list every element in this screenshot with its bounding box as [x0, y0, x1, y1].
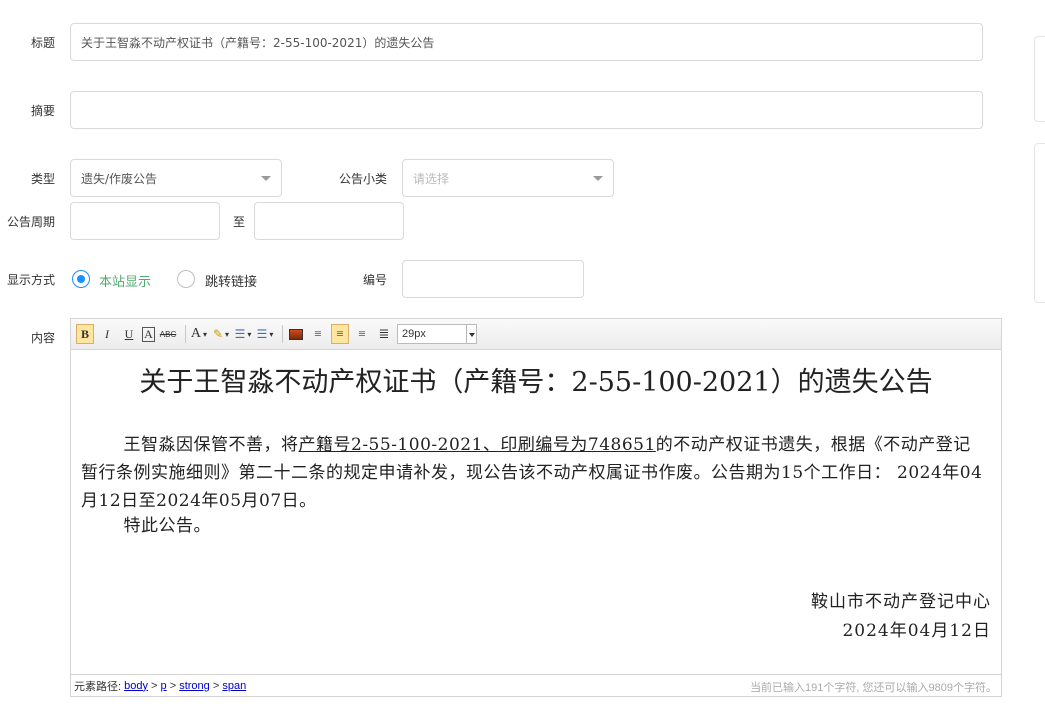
- title-input[interactable]: 关于王智淼不动产权证书（产籍号：2-55-100-2021）的遗失公告: [70, 23, 983, 61]
- subtype-select[interactable]: 请选择: [402, 159, 614, 197]
- subtype-label: 公告小类: [338, 172, 387, 186]
- image-icon: [289, 328, 303, 340]
- path-span-link[interactable]: span: [222, 680, 246, 692]
- display-link-label[interactable]: 跳转链接: [205, 271, 257, 290]
- element-path-label: 元素路径:: [74, 680, 122, 693]
- period-to-label: 至: [232, 215, 245, 229]
- side-panel-bottom: [1034, 143, 1045, 303]
- align-right-button[interactable]: ≡: [353, 324, 371, 344]
- document-title: 关于王智淼不动产权证书（产籍号：2-55-100-2021）的遗失公告: [139, 367, 933, 398]
- font-border-button[interactable]: A: [142, 326, 155, 342]
- chevron-down-icon: [593, 176, 603, 181]
- toolbar-divider: [185, 325, 186, 343]
- title-input-value: 关于王智淼不动产权证书（产籍号：2-55-100-2021）的遗失公告: [81, 35, 435, 50]
- body-text-start: 王智淼因保管不善，将: [123, 435, 299, 455]
- chevron-down-icon: ▾: [225, 329, 230, 339]
- number-label: 编号: [362, 273, 387, 287]
- chevron-down-icon: ▾: [247, 329, 252, 339]
- align-right-icon: ≡: [358, 326, 366, 341]
- chevron-down-icon: ▾: [203, 329, 208, 339]
- ordered-list-icon: ☰: [234, 326, 246, 341]
- period-label: 公告周期: [6, 215, 55, 229]
- subtype-placeholder: 请选择: [413, 171, 450, 186]
- unordered-list-button[interactable]: ☰ ▾: [256, 324, 274, 344]
- display-local-radio[interactable]: [72, 270, 90, 288]
- number-input[interactable]: [402, 260, 584, 298]
- body-text-underlined: 产籍号2-55-100-2021、印刷编号为748651: [298, 435, 656, 455]
- document-body: 王智淼因保管不善，将产籍号2-55-100-2021、印刷编号为748651的不…: [81, 431, 987, 515]
- align-center-button[interactable]: ≡: [331, 324, 349, 344]
- side-panel-top: [1034, 36, 1045, 122]
- italic-button[interactable]: I: [98, 324, 116, 344]
- font-color-glyph: A: [190, 326, 202, 341]
- path-p-link[interactable]: p: [161, 680, 167, 692]
- type-label: 类型: [30, 172, 55, 186]
- type-select[interactable]: 遗失/作废公告: [70, 159, 282, 197]
- font-size-select[interactable]: 29px: [397, 324, 467, 344]
- underline-button[interactable]: U: [120, 324, 138, 344]
- strikethrough-button[interactable]: ABC: [159, 324, 177, 344]
- chevron-down-icon[interactable]: [467, 324, 477, 344]
- display-local-label[interactable]: 本站显示: [99, 271, 151, 290]
- summary-label: 摘要: [30, 104, 55, 118]
- path-body-link[interactable]: body: [124, 680, 148, 692]
- title-label: 标题: [30, 36, 55, 50]
- toolbar-divider: [282, 325, 283, 343]
- period-start-input[interactable]: [70, 202, 220, 240]
- highlighter-icon: ✎: [212, 326, 224, 341]
- font-color-button[interactable]: A ▾: [190, 324, 208, 344]
- char-counter: 当前已输入191个字符, 您还可以输入9809个字符。: [750, 682, 997, 694]
- highlight-color-button[interactable]: ✎ ▾: [212, 324, 230, 344]
- image-button[interactable]: [287, 324, 305, 344]
- editor-document[interactable]: 关于王智淼不动产权证书（产籍号：2-55-100-2021）的遗失公告 王智淼因…: [71, 350, 1001, 674]
- document-date: 2024年04月12日: [842, 621, 991, 641]
- document-org: 鞍山市不动产登记中心: [811, 592, 991, 612]
- display-label: 显示方式: [6, 273, 55, 287]
- bold-button[interactable]: B: [76, 324, 94, 344]
- unordered-list-icon: ☰: [256, 326, 268, 341]
- type-select-value: 遗失/作废公告: [81, 171, 158, 186]
- content-label: 内容: [30, 331, 55, 345]
- display-link-radio[interactable]: [177, 270, 195, 288]
- period-end-input[interactable]: [254, 202, 404, 240]
- align-justify-button[interactable]: ≣: [375, 324, 393, 344]
- chevron-down-icon: [261, 176, 271, 181]
- rich-text-editor[interactable]: B I U A ABC A ▾ ✎ ▾ ☰ ▾ ☰ ▾ ≡ ≡ ≡ ≣ 29px 关于王…: [70, 318, 1002, 697]
- summary-input[interactable]: [70, 91, 983, 129]
- ordered-list-button[interactable]: ☰ ▾: [234, 324, 252, 344]
- editor-toolbar: B I U A ABC A ▾ ✎ ▾ ☰ ▾ ☰ ▾ ≡ ≡ ≡ ≣ 29px: [71, 319, 1001, 350]
- document-closing: 特此公告。: [123, 516, 211, 536]
- chevron-down-icon: ▾: [269, 329, 274, 339]
- align-left-button[interactable]: ≡: [309, 324, 327, 344]
- align-left-icon: ≡: [314, 326, 322, 341]
- path-strong-link[interactable]: strong: [179, 680, 210, 692]
- align-justify-icon: ≣: [378, 326, 390, 341]
- editor-statusbar: 元素路径: body > p > strong > span 当前已输入191个…: [71, 674, 1001, 696]
- align-center-icon: ≡: [336, 326, 344, 341]
